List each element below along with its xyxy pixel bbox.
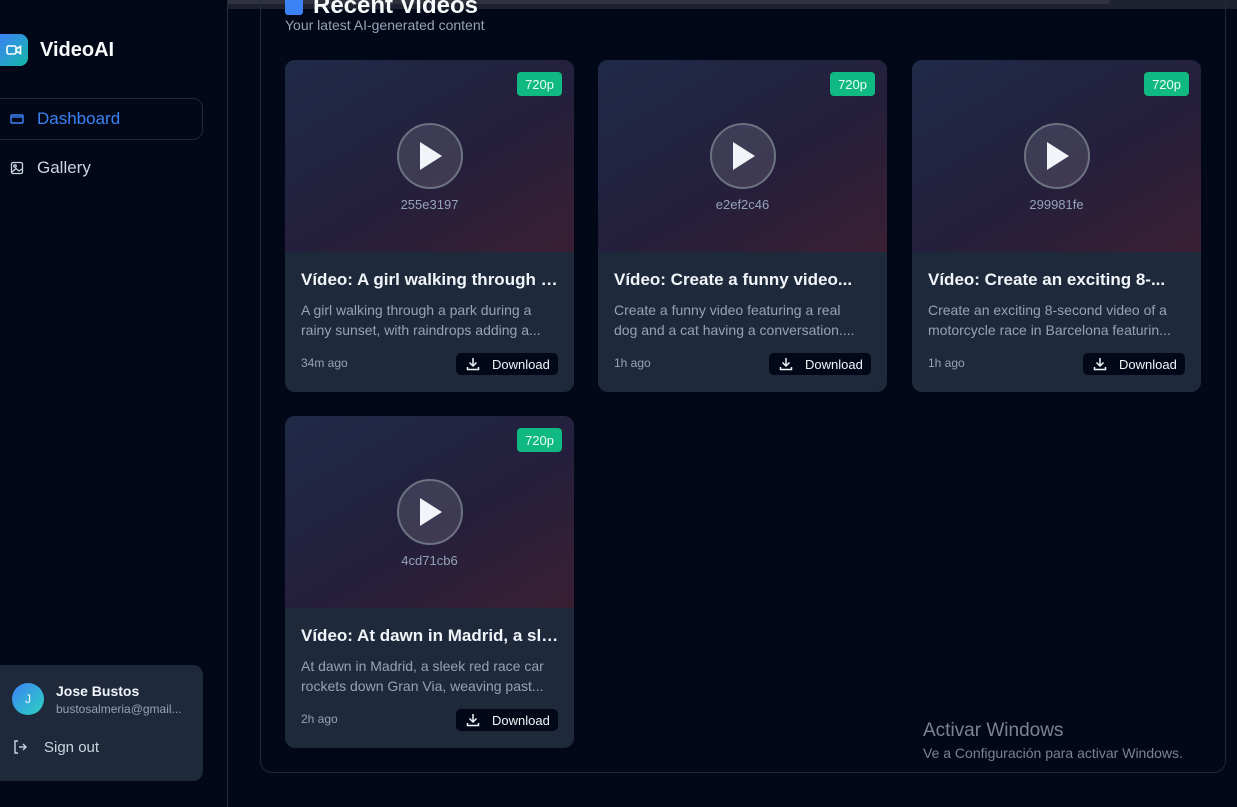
download-label: Download [1119, 356, 1177, 372]
download-label: Download [492, 356, 550, 372]
resolution-badge: 720p [830, 72, 875, 96]
video-id: 4cd71cb6 [401, 553, 458, 568]
avatar[interactable]: J [12, 683, 44, 715]
sidebar-item-dashboard[interactable]: Dashboard [0, 98, 203, 140]
download-button[interactable]: Download [769, 353, 871, 375]
sign-out-icon [12, 739, 28, 755]
video-card[interactable]: 720p 255e3197 Vídeo: A girl walking thro… [285, 60, 574, 392]
video-description-line: Create a funny video featuring a real [614, 302, 841, 318]
video-id: e2ef2c46 [715, 197, 770, 212]
resolution-badge: 720p [517, 72, 562, 96]
video-thumbnail[interactable]: 720p 4cd71cb6 [285, 416, 574, 608]
watermark-title: Activar Windows [923, 720, 1064, 741]
brand[interactable]: VideoAI [0, 34, 114, 66]
video-description-line: motorcycle race in Barcelona featurin... [928, 322, 1171, 338]
sign-out-label: Sign out [44, 738, 100, 756]
sidebar-item-gallery[interactable]: Gallery [0, 147, 203, 189]
video-timestamp: 34m ago [301, 356, 348, 370]
windows-activation-watermark: Activar Windows Ve a Configuración para … [923, 720, 1183, 761]
download-button[interactable]: Download [456, 709, 558, 731]
play-icon[interactable] [397, 123, 463, 189]
video-title: Vídeo: Create an exciting 8-... [928, 270, 1166, 289]
sidebar: VideoAI Dashboard Gallery J Jose Bustos … [0, 0, 228, 807]
folder-icon [10, 112, 24, 126]
download-label: Download [805, 356, 863, 372]
video-timestamp: 2h ago [301, 712, 338, 726]
video-id: 255e3197 [400, 197, 459, 212]
video-description-line: rockets down Gran Via, weaving past... [301, 678, 544, 694]
sidebar-item-label: Dashboard [37, 109, 121, 128]
video-description: Create a funny video featuring a real do… [614, 300, 872, 340]
video-card[interactable]: 720p 299981fe Vídeo: Create an exciting … [912, 60, 1201, 392]
app-name: VideoAI [40, 38, 115, 61]
download-button[interactable]: Download [1083, 353, 1185, 375]
image-icon [10, 161, 24, 175]
video-card[interactable]: 720p 4cd71cb6 Vídeo: At dawn in Madrid, … [285, 416, 574, 748]
play-icon[interactable] [397, 479, 463, 545]
video-timestamp: 1h ago [928, 356, 965, 370]
download-icon [466, 357, 480, 371]
resolution-badge: 720p [517, 428, 562, 452]
video-camera-icon [0, 34, 28, 66]
video-thumbnail[interactable]: 720p e2ef2c46 [598, 60, 887, 252]
video-description-line: A girl walking through a park during a [301, 302, 532, 318]
play-icon[interactable] [1024, 123, 1090, 189]
video-timestamp: 1h ago [614, 356, 651, 370]
video-card[interactable]: 720p e2ef2c46 Vídeo: Create a funny vide… [598, 60, 887, 392]
video-description-line: dog and a cat having a conversation.... [614, 322, 855, 338]
video-thumbnail[interactable]: 720p 255e3197 [285, 60, 574, 252]
video-description-line: At dawn in Madrid, a sleek red race car [301, 658, 544, 674]
download-label: Download [492, 712, 550, 728]
play-icon[interactable] [710, 123, 776, 189]
watermark-subtitle: Ve a Configuración para activar Windows. [923, 745, 1183, 761]
download-icon [466, 713, 480, 727]
video-description-line: rainy sunset, with raindrops adding a... [301, 322, 541, 338]
user-name: Jose Bustos [56, 683, 140, 699]
video-id: 299981fe [1029, 197, 1084, 212]
download-button[interactable]: Download [456, 353, 558, 375]
sidebar-item-label: Gallery [37, 158, 91, 177]
download-icon [779, 357, 793, 371]
page-subtitle: Your latest AI-generated content [285, 17, 485, 33]
video-description-line: Create an exciting 8-second video of a [928, 302, 1167, 318]
download-icon [1093, 357, 1107, 371]
resolution-badge: 720p [1144, 72, 1189, 96]
video-thumbnail[interactable]: 720p 299981fe [912, 60, 1201, 252]
user-card: J Jose Bustos bustosalmeria@gmail... Sig… [0, 665, 203, 781]
video-icon [285, 0, 303, 15]
video-title: Vídeo: Create a funny video... [614, 270, 853, 289]
video-description: Create an exciting 8-second video of a m… [928, 300, 1186, 340]
video-title: Vídeo: At dawn in Madrid, a slee... [301, 626, 559, 645]
video-title: Vídeo: A girl walking through a... [301, 270, 559, 289]
video-description: A girl walking through a park during a r… [301, 300, 559, 340]
sign-out-button[interactable]: Sign out [12, 737, 99, 757]
video-description: At dawn in Madrid, a sleek red race car … [301, 656, 559, 696]
user-email: bustosalmeria@gmail... [56, 702, 182, 716]
